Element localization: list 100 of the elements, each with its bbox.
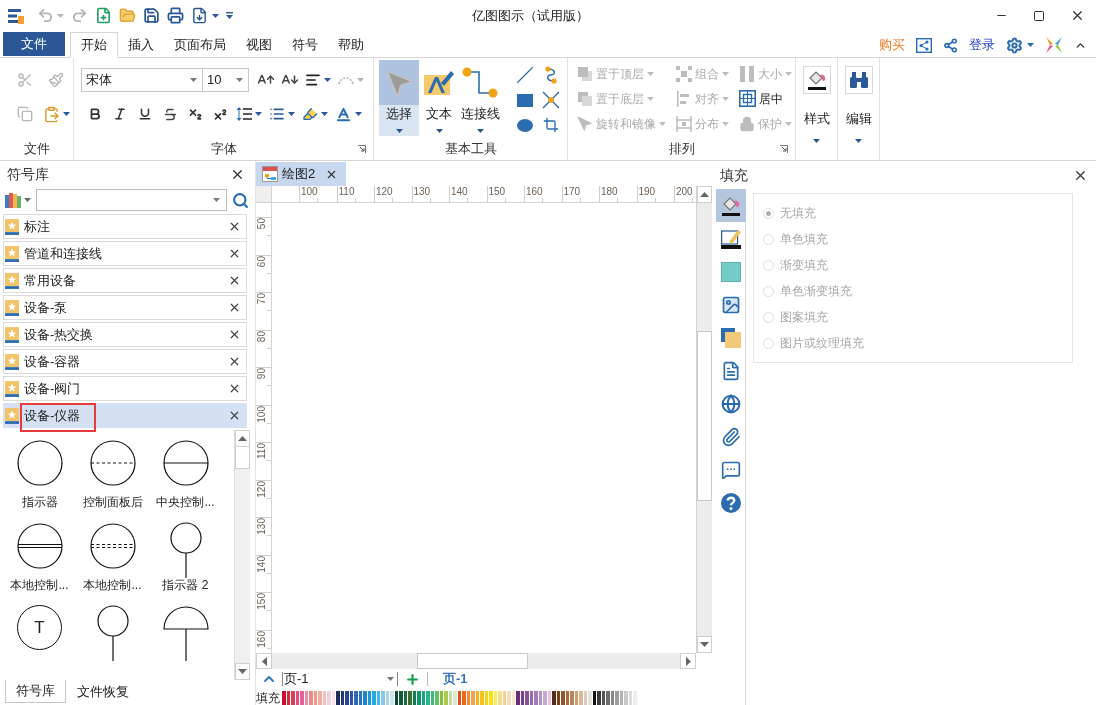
edit-button[interactable]: 编辑 <box>844 58 873 160</box>
color-swatch[interactable] <box>372 691 376 705</box>
color-swatch[interactable] <box>453 691 457 705</box>
close-icon[interactable] <box>230 167 245 182</box>
color-swatch[interactable] <box>300 691 304 705</box>
color-swatch[interactable] <box>327 691 331 705</box>
color-swatch[interactable] <box>525 691 529 705</box>
panel-tab[interactable]: 文件恢复 <box>66 680 140 703</box>
app-badge-icon[interactable] <box>1045 36 1063 54</box>
color-swatch[interactable] <box>543 691 547 705</box>
color-swatch[interactable] <box>466 691 470 705</box>
add-page-icon[interactable] <box>405 671 420 687</box>
ribbon-tab[interactable]: 视图 <box>236 33 282 57</box>
category-item[interactable]: 设备-阀门 <box>3 376 247 401</box>
share-screen-icon[interactable] <box>916 37 932 53</box>
color-swatch[interactable] <box>444 691 448 705</box>
ribbon-tab[interactable]: 开始 <box>70 32 118 58</box>
color-swatch[interactable] <box>286 691 290 705</box>
color-swatch[interactable] <box>588 691 592 705</box>
horizontal-scrollbar[interactable] <box>256 653 696 669</box>
color-swatch[interactable] <box>439 691 443 705</box>
style-button[interactable]: 样式 <box>802 58 831 160</box>
settings-button[interactable] <box>1006 36 1034 54</box>
color-swatch[interactable] <box>399 691 403 705</box>
color-swatch[interactable] <box>462 691 466 705</box>
color-swatch[interactable] <box>520 691 524 705</box>
color-swatch[interactable] <box>552 691 556 705</box>
color-swatch[interactable] <box>561 691 565 705</box>
color-swatch[interactable] <box>529 691 533 705</box>
share-icon[interactable] <box>943 37 958 53</box>
color-swatch[interactable] <box>538 691 542 705</box>
color-swatch[interactable] <box>336 691 340 705</box>
category-item[interactable]: 标注 <box>3 214 247 239</box>
scroll-right-button[interactable] <box>680 653 696 669</box>
category-item[interactable]: 常用设备 <box>3 268 247 293</box>
save-icon[interactable] <box>143 7 160 24</box>
page-tab[interactable]: 页-1 <box>442 669 469 689</box>
symbol-item[interactable]: 指示器 <box>3 439 76 522</box>
cross-connector-button[interactable] <box>540 89 562 111</box>
remove-icon[interactable] <box>228 220 241 233</box>
login-link[interactable]: 登录 <box>969 35 995 55</box>
remove-icon[interactable] <box>228 301 241 314</box>
file-menu-button[interactable]: 文件 <box>3 32 65 56</box>
font-name-field[interactable]: 宋体 <box>81 68 203 92</box>
tool-button[interactable]: 选择 <box>379 60 419 136</box>
color-swatch[interactable] <box>633 691 637 705</box>
dialog-launcher-icon[interactable] <box>358 145 366 153</box>
remove-icon[interactable] <box>228 409 241 422</box>
symbol-item[interactable]: 指示器 2 <box>149 522 222 605</box>
color-swatch[interactable] <box>574 691 578 705</box>
color-swatch[interactable] <box>615 691 619 705</box>
color-swatch[interactable] <box>421 691 425 705</box>
color-swatch[interactable] <box>394 691 398 705</box>
color-swatch[interactable] <box>354 691 358 705</box>
color-swatch[interactable] <box>430 691 434 705</box>
color-swatch[interactable] <box>435 691 439 705</box>
search-field[interactable] <box>36 189 227 211</box>
app-logo-icon[interactable] <box>8 7 24 24</box>
category-item[interactable]: 设备-容器 <box>3 349 247 374</box>
color-swatch[interactable] <box>426 691 430 705</box>
color-swatch[interactable] <box>363 691 367 705</box>
color-swatch[interactable] <box>345 691 349 705</box>
new-file-icon[interactable] <box>95 7 112 24</box>
color-swatch[interactable] <box>448 691 452 705</box>
panel-tab[interactable]: 符号库 <box>5 680 66 703</box>
color-swatch[interactable] <box>619 691 623 705</box>
color-swatch[interactable] <box>489 691 493 705</box>
color-swatch[interactable] <box>408 691 412 705</box>
color-swatch[interactable] <box>597 691 601 705</box>
remove-icon[interactable] <box>228 274 241 287</box>
color-swatch[interactable] <box>475 691 479 705</box>
color-swatch[interactable] <box>606 691 610 705</box>
scroll-thumb[interactable] <box>697 331 712 501</box>
color-swatch[interactable] <box>610 691 614 705</box>
color-swatch[interactable] <box>313 691 317 705</box>
customize-toolbar-icon[interactable] <box>226 11 233 20</box>
color-swatch[interactable] <box>331 691 335 705</box>
category-item[interactable]: 设备-热交换 <box>3 322 247 347</box>
color-swatch[interactable] <box>511 691 515 705</box>
color-swatch[interactable] <box>624 691 628 705</box>
symbol-item[interactable]: T <box>3 605 76 680</box>
color-swatch[interactable] <box>412 691 416 705</box>
library-menu-button[interactable] <box>5 192 31 208</box>
category-item[interactable]: 管道和连接线 <box>3 241 247 266</box>
scroll-down-button[interactable] <box>235 663 250 680</box>
color-swatch[interactable] <box>457 691 461 705</box>
color-swatch[interactable] <box>534 691 538 705</box>
color-swatch[interactable] <box>367 691 371 705</box>
folder-icon[interactable] <box>119 7 136 24</box>
color-swatch[interactable] <box>583 691 587 705</box>
symbol-item[interactable]: 中央控制... <box>149 439 222 522</box>
color-swatch[interactable] <box>322 691 326 705</box>
color-swatch[interactable] <box>309 691 313 705</box>
color-swatch[interactable] <box>381 691 385 705</box>
export-button[interactable] <box>191 7 219 24</box>
remove-icon[interactable] <box>228 247 241 260</box>
font-size-field[interactable]: 10 <box>203 68 249 92</box>
remove-icon[interactable] <box>228 382 241 395</box>
color-swatch[interactable] <box>295 691 299 705</box>
color-swatch[interactable] <box>390 691 394 705</box>
